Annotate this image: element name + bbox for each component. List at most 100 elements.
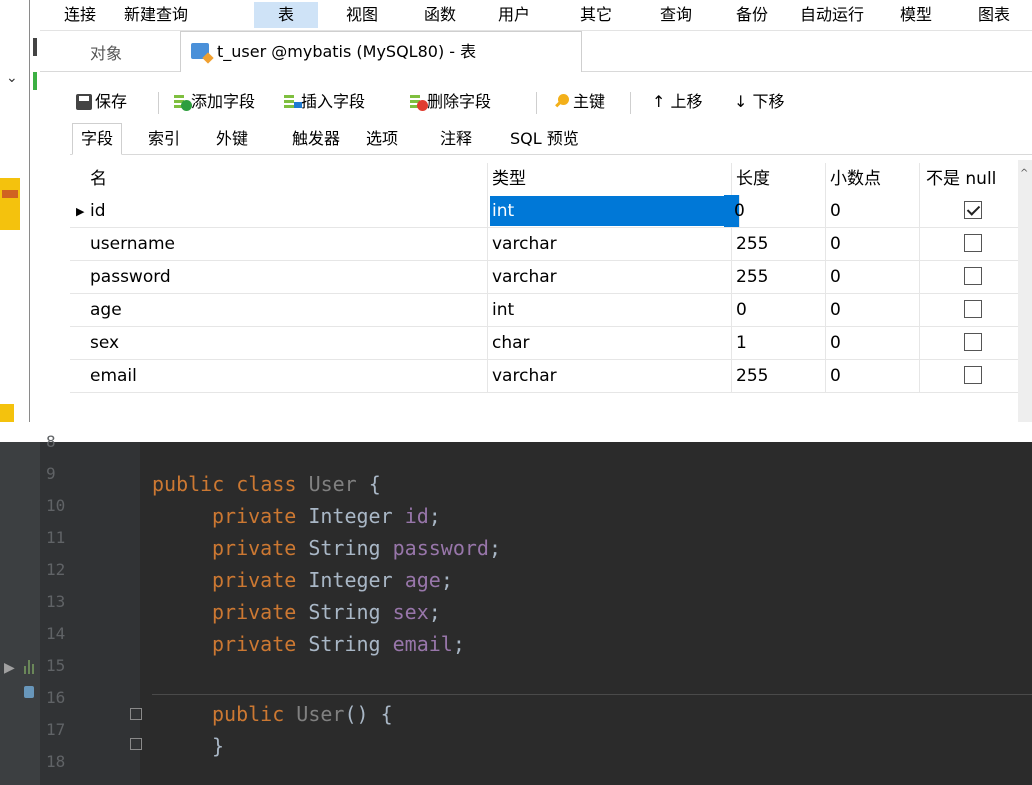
line-number: 15 xyxy=(46,656,66,675)
cell-decimals[interactable]: 0 xyxy=(826,360,920,392)
column-header-decimals[interactable]: 小数点 xyxy=(826,163,920,195)
cell-length[interactable]: 255 xyxy=(732,261,826,293)
field-type: String xyxy=(308,600,381,624)
column-header-type[interactable]: 类型 xyxy=(488,163,732,195)
table-row[interactable]: password varchar 255 0 xyxy=(70,261,1020,294)
tab-options[interactable]: 选项 xyxy=(358,124,406,154)
field-name: email xyxy=(392,632,453,656)
menu-new-query[interactable]: 新建查询 xyxy=(120,2,192,28)
save-label: 保存 xyxy=(95,92,128,111)
fold-open-icon[interactable] xyxy=(130,708,142,720)
chevron-down-icon[interactable]: ⌄ xyxy=(6,70,18,86)
not-null-checkbox[interactable] xyxy=(964,201,982,219)
menu-user[interactable]: 用户 xyxy=(494,2,534,28)
not-null-checkbox[interactable] xyxy=(964,333,982,351)
tab-foreign-keys[interactable]: 外键 xyxy=(208,124,256,154)
cell-length[interactable]: 0 xyxy=(732,294,826,326)
code-line-closing-brace[interactable]: } xyxy=(212,734,224,758)
tab-sql-preview[interactable]: SQL 预览 xyxy=(502,124,587,154)
tab-fields[interactable]: 字段 xyxy=(72,123,123,155)
delete-field-button[interactable]: 删除字段 xyxy=(410,86,491,118)
code-line-field[interactable]: private String sex; xyxy=(212,600,441,624)
column-header-not-null[interactable]: 不是 null xyxy=(920,163,1020,195)
cell-name[interactable]: email xyxy=(70,360,488,392)
tab-triggers[interactable]: 触发器 xyxy=(284,124,348,154)
terminal-icon[interactable] xyxy=(24,686,34,698)
move-up-button[interactable]: ↑ 上移 xyxy=(652,86,703,118)
grid-header: 名 类型 长度 小数点 不是 null xyxy=(70,163,1020,195)
navicat-table-designer: ⌄ 连接 新建查询 表 视图 函数 用户 其它 查询 备份 自动运行 模型 图表… xyxy=(0,0,1032,422)
cell-length-value[interactable]: 0 xyxy=(734,195,826,227)
toolbar-divider xyxy=(630,92,631,114)
cell-type[interactable]: char xyxy=(488,327,732,359)
cell-length[interactable]: 1 xyxy=(732,327,826,359)
code-line-field[interactable]: private String email; xyxy=(212,632,465,656)
vertical-scrollbar[interactable]: ^ xyxy=(1018,160,1032,422)
menu-model[interactable]: 模型 xyxy=(896,2,936,28)
keyword-public: public xyxy=(212,702,285,726)
cell-decimals[interactable]: 0 xyxy=(826,261,920,293)
tab-indexes[interactable]: 索引 xyxy=(140,124,188,154)
code-editor: ▶ 8 9 10 11 12 13 14 15 16 17 18 public class User… xyxy=(0,432,1032,785)
cell-type[interactable]: int xyxy=(488,294,732,326)
table-row[interactable]: age int 0 0 xyxy=(70,294,1020,327)
keyword-private: private xyxy=(212,600,297,624)
toolbar-divider xyxy=(536,92,537,114)
table-row[interactable]: email varchar 255 0 xyxy=(70,360,1020,393)
cell-decimals[interactable]: 0 xyxy=(826,195,920,227)
keyword-private: private xyxy=(212,504,297,528)
cell-type[interactable]: varchar xyxy=(488,261,732,293)
menu-others[interactable]: 其它 xyxy=(576,2,616,28)
cell-name[interactable]: sex xyxy=(70,327,488,359)
not-null-checkbox[interactable] xyxy=(964,366,982,384)
save-button[interactable]: 保存 xyxy=(76,86,127,118)
code-line-class-decl[interactable]: public class User { xyxy=(152,472,381,496)
table-row[interactable]: username varchar 255 0 xyxy=(70,228,1020,261)
not-null-checkbox[interactable] xyxy=(964,267,982,285)
cell-name[interactable]: username xyxy=(70,228,488,260)
tab-table-design[interactable]: t_user @mybatis (MySQL80) - 表 xyxy=(180,31,582,72)
key-icon xyxy=(554,94,570,110)
insert-field-button[interactable]: 插入字段 xyxy=(284,86,365,118)
cell-name[interactable]: id xyxy=(70,195,488,227)
run-icon[interactable]: ▶ xyxy=(4,660,15,676)
cell-type[interactable]: varchar xyxy=(488,360,732,392)
menu-chart[interactable]: 图表 xyxy=(974,2,1014,28)
not-null-checkbox[interactable] xyxy=(964,300,982,318)
fold-close-icon[interactable] xyxy=(130,738,142,750)
pane-divider[interactable] xyxy=(29,0,30,422)
cell-length[interactable]: 255 xyxy=(732,228,826,260)
column-header-length[interactable]: 长度 xyxy=(732,163,826,195)
menu-automation[interactable]: 自动运行 xyxy=(796,2,868,28)
cell-decimals[interactable]: 0 xyxy=(826,228,920,260)
cell-type[interactable]: int xyxy=(490,196,732,226)
cell-type[interactable]: varchar xyxy=(488,228,732,260)
table-row[interactable]: sex char 1 0 xyxy=(70,327,1020,360)
not-null-checkbox[interactable] xyxy=(964,234,982,252)
cell-decimals[interactable]: 0 xyxy=(826,294,920,326)
scroll-up-icon[interactable]: ^ xyxy=(1020,168,1028,179)
table-row[interactable]: ▶ id int 0 0 xyxy=(70,195,1020,228)
cell-name[interactable]: password xyxy=(70,261,488,293)
tab-objects[interactable]: 对象 xyxy=(80,39,132,69)
menu-view[interactable]: 视图 xyxy=(342,2,382,28)
line-number: 14 xyxy=(46,624,66,643)
menu-backup[interactable]: 备份 xyxy=(732,2,772,28)
cell-name[interactable]: age xyxy=(70,294,488,326)
code-line-field[interactable]: private Integer id; xyxy=(212,504,441,528)
menu-query[interactable]: 查询 xyxy=(656,2,696,28)
menu-function[interactable]: 函数 xyxy=(420,2,460,28)
code-line-field[interactable]: private Integer age; xyxy=(212,568,453,592)
tab-comments[interactable]: 注释 xyxy=(432,124,480,154)
cell-length[interactable]: 255 xyxy=(732,360,826,392)
add-field-button[interactable]: 添加字段 xyxy=(174,86,255,118)
column-header-name[interactable]: 名 xyxy=(70,163,488,195)
cell-decimals[interactable]: 0 xyxy=(826,327,920,359)
move-down-button[interactable]: ↓ 下移 xyxy=(734,86,785,118)
structure-icon[interactable] xyxy=(24,660,34,674)
primary-key-button[interactable]: 主键 xyxy=(554,86,605,118)
code-line-field[interactable]: private String password; xyxy=(212,536,501,560)
code-line-constructor[interactable]: public User() { xyxy=(212,702,393,726)
menu-connect[interactable]: 连接 xyxy=(60,2,100,28)
menu-table[interactable]: 表 xyxy=(254,2,319,28)
